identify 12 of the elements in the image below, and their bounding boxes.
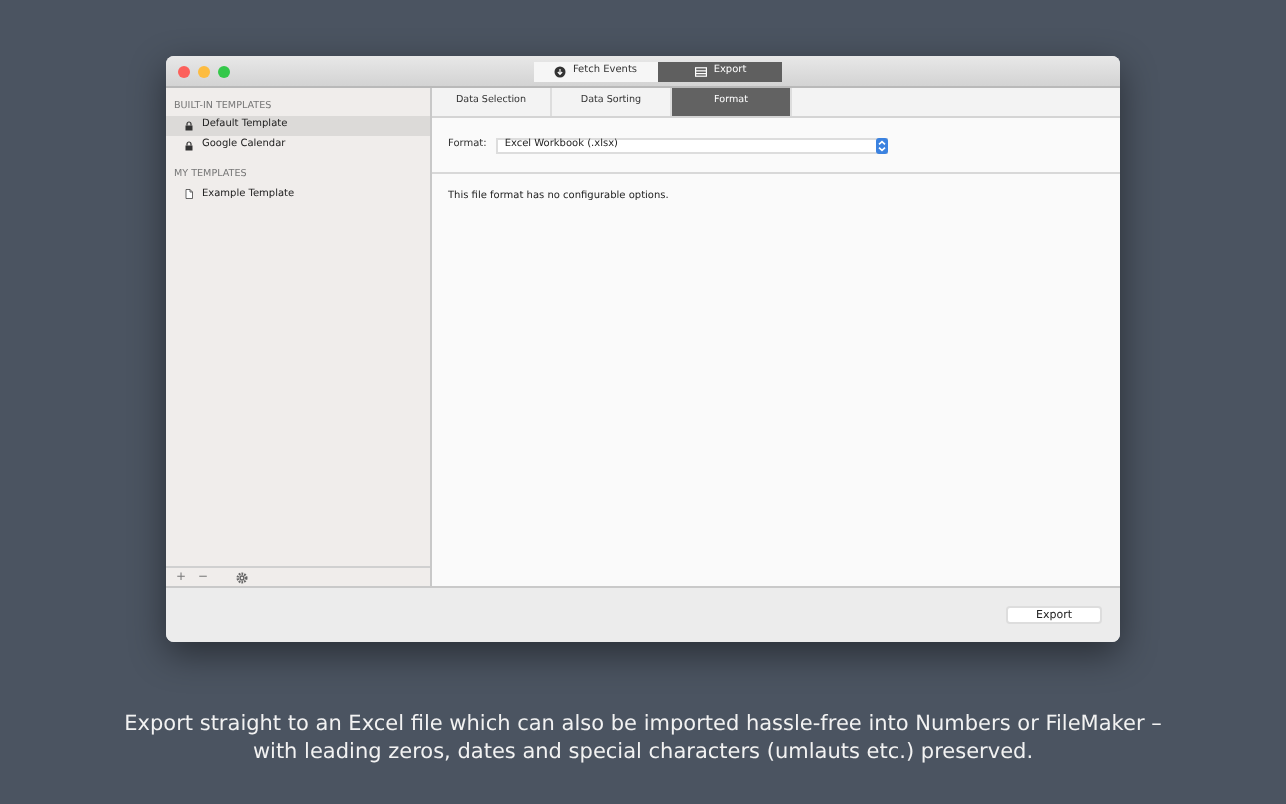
gear-icon[interactable] bbox=[236, 571, 249, 583]
minimize-button[interactable] bbox=[198, 65, 210, 77]
zoom-button[interactable] bbox=[218, 65, 230, 77]
table-icon bbox=[693, 66, 708, 78]
document-icon bbox=[184, 188, 194, 201]
lock-icon bbox=[184, 120, 194, 133]
caption-text: with leading zeros, dates and special characters (umlauts etc.) preserved. bbox=[250, 738, 1036, 766]
download-icon bbox=[554, 66, 567, 78]
dropdown-arrows-icon bbox=[876, 137, 889, 153]
lock-icon bbox=[184, 140, 194, 153]
close-button[interactable] bbox=[178, 65, 190, 77]
caption-text: Export straight to an Excel file which can also be imported hassle-free into Numbers or FileMaker – bbox=[122, 710, 1164, 738]
